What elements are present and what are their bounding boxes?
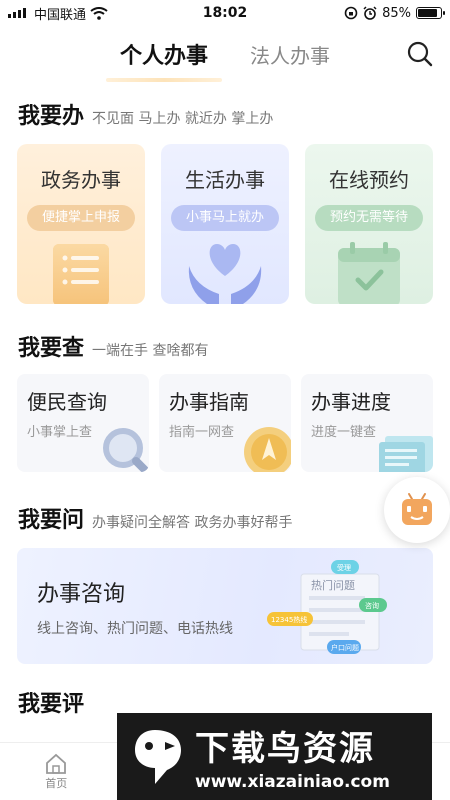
query-cards: 便民查询 小事掌上查 办事指南 指南一网查 办事进度 进度一键查	[0, 374, 450, 472]
card-convenient-query[interactable]: 便民查询 小事掌上查	[17, 374, 149, 472]
nav-home[interactable]: 首页	[0, 743, 113, 800]
bubble-consult: 咨询	[365, 601, 379, 610]
section-query-header: 我要查 一端在手 查啥都有	[0, 330, 450, 362]
calendar-check-icon	[338, 242, 400, 304]
card-service-progress[interactable]: 办事进度 进度一键查	[301, 374, 433, 472]
carrier-label: 中国联通	[34, 7, 87, 23]
magnifier-icon	[103, 428, 149, 472]
tab-personal[interactable]: 个人办事	[105, 34, 223, 82]
card-pill: 预约无需等待	[315, 205, 423, 231]
watermark-title: 下载鸟资源	[195, 729, 375, 769]
section-title: 我要问	[18, 507, 85, 533]
watermark-url: www.xiazainiao.com	[195, 772, 390, 792]
section-title: 我要评	[18, 691, 85, 717]
card-government-affairs[interactable]: 政务办事 便捷掌上申报	[17, 144, 145, 304]
card-title: 便民查询	[27, 390, 107, 414]
card-title: 办事指南	[169, 390, 249, 414]
section-title: 我要办	[18, 103, 85, 129]
card-online-booking[interactable]: 在线预约 预约无需等待	[305, 144, 433, 304]
hot-questions-illustration: 热门问题 受理 咨询 12345热线 户口问题	[267, 560, 387, 654]
tab-enterprise[interactable]: 法人办事	[244, 36, 336, 73]
lock-rotation-icon	[344, 6, 358, 20]
battery-percent: 85%	[382, 5, 411, 21]
alarm-icon	[363, 6, 377, 20]
card-pill: 便捷掌上申报	[27, 205, 135, 231]
card-title: 在线预约	[329, 168, 409, 192]
status-bar: 中国联通 18:02 85%	[0, 0, 450, 26]
robot-icon	[402, 493, 432, 525]
card-pill: 小事马上就办	[171, 205, 279, 231]
signal-icon	[8, 8, 26, 18]
watermark: 下载鸟资源 www.xiazainiao.com	[117, 713, 432, 800]
consult-banner[interactable]: 办事咨询 线上咨询、热门问题、电话热线 热门问题 受理 咨询 12345热线 户…	[17, 548, 433, 664]
wifi-icon	[90, 6, 108, 20]
home-icon	[46, 753, 67, 774]
illustration-title: 热门问题	[311, 578, 355, 592]
compass-icon	[244, 427, 291, 472]
bubble-hotline: 12345热线	[271, 615, 307, 624]
bubble-accept: 受理	[337, 563, 351, 572]
card-title: 政务办事	[41, 168, 121, 192]
section-subtitle: 一端在手 查啥都有	[92, 343, 209, 359]
bird-logo-icon	[135, 729, 181, 784]
progress-doc-icon	[379, 436, 433, 472]
search-icon[interactable]	[406, 40, 434, 68]
section-subtitle: 不见面 马上办 就近办 掌上办	[92, 111, 274, 127]
section-subtitle: 办事疑问全解答 政务办事好帮手	[92, 515, 293, 531]
card-life-affairs[interactable]: 生活办事 小事马上就办	[161, 144, 289, 304]
section-handle-header: 我要办 不见面 马上办 就近办 掌上办	[0, 98, 450, 130]
assistant-robot-button[interactable]	[384, 477, 450, 543]
section-ask-header: 我要问 办事疑问全解答 政务办事好帮手	[0, 502, 450, 534]
card-title: 办事进度	[311, 390, 391, 414]
card-title: 生活办事	[185, 168, 265, 192]
nav-label: 首页	[45, 776, 68, 790]
handle-cards: 政务办事 便捷掌上申报 生活办事 小事马上就办 在线预约 预约无需等待	[0, 144, 450, 304]
top-tabs: 个人办事 法人办事	[0, 26, 450, 82]
document-icon	[53, 244, 109, 304]
battery-icon	[416, 7, 445, 19]
heart-hands-icon	[188, 244, 262, 304]
bubble-hukou: 户口问题	[331, 643, 359, 652]
section-title: 我要查	[18, 335, 85, 361]
card-service-guide[interactable]: 办事指南 指南一网查	[159, 374, 291, 472]
